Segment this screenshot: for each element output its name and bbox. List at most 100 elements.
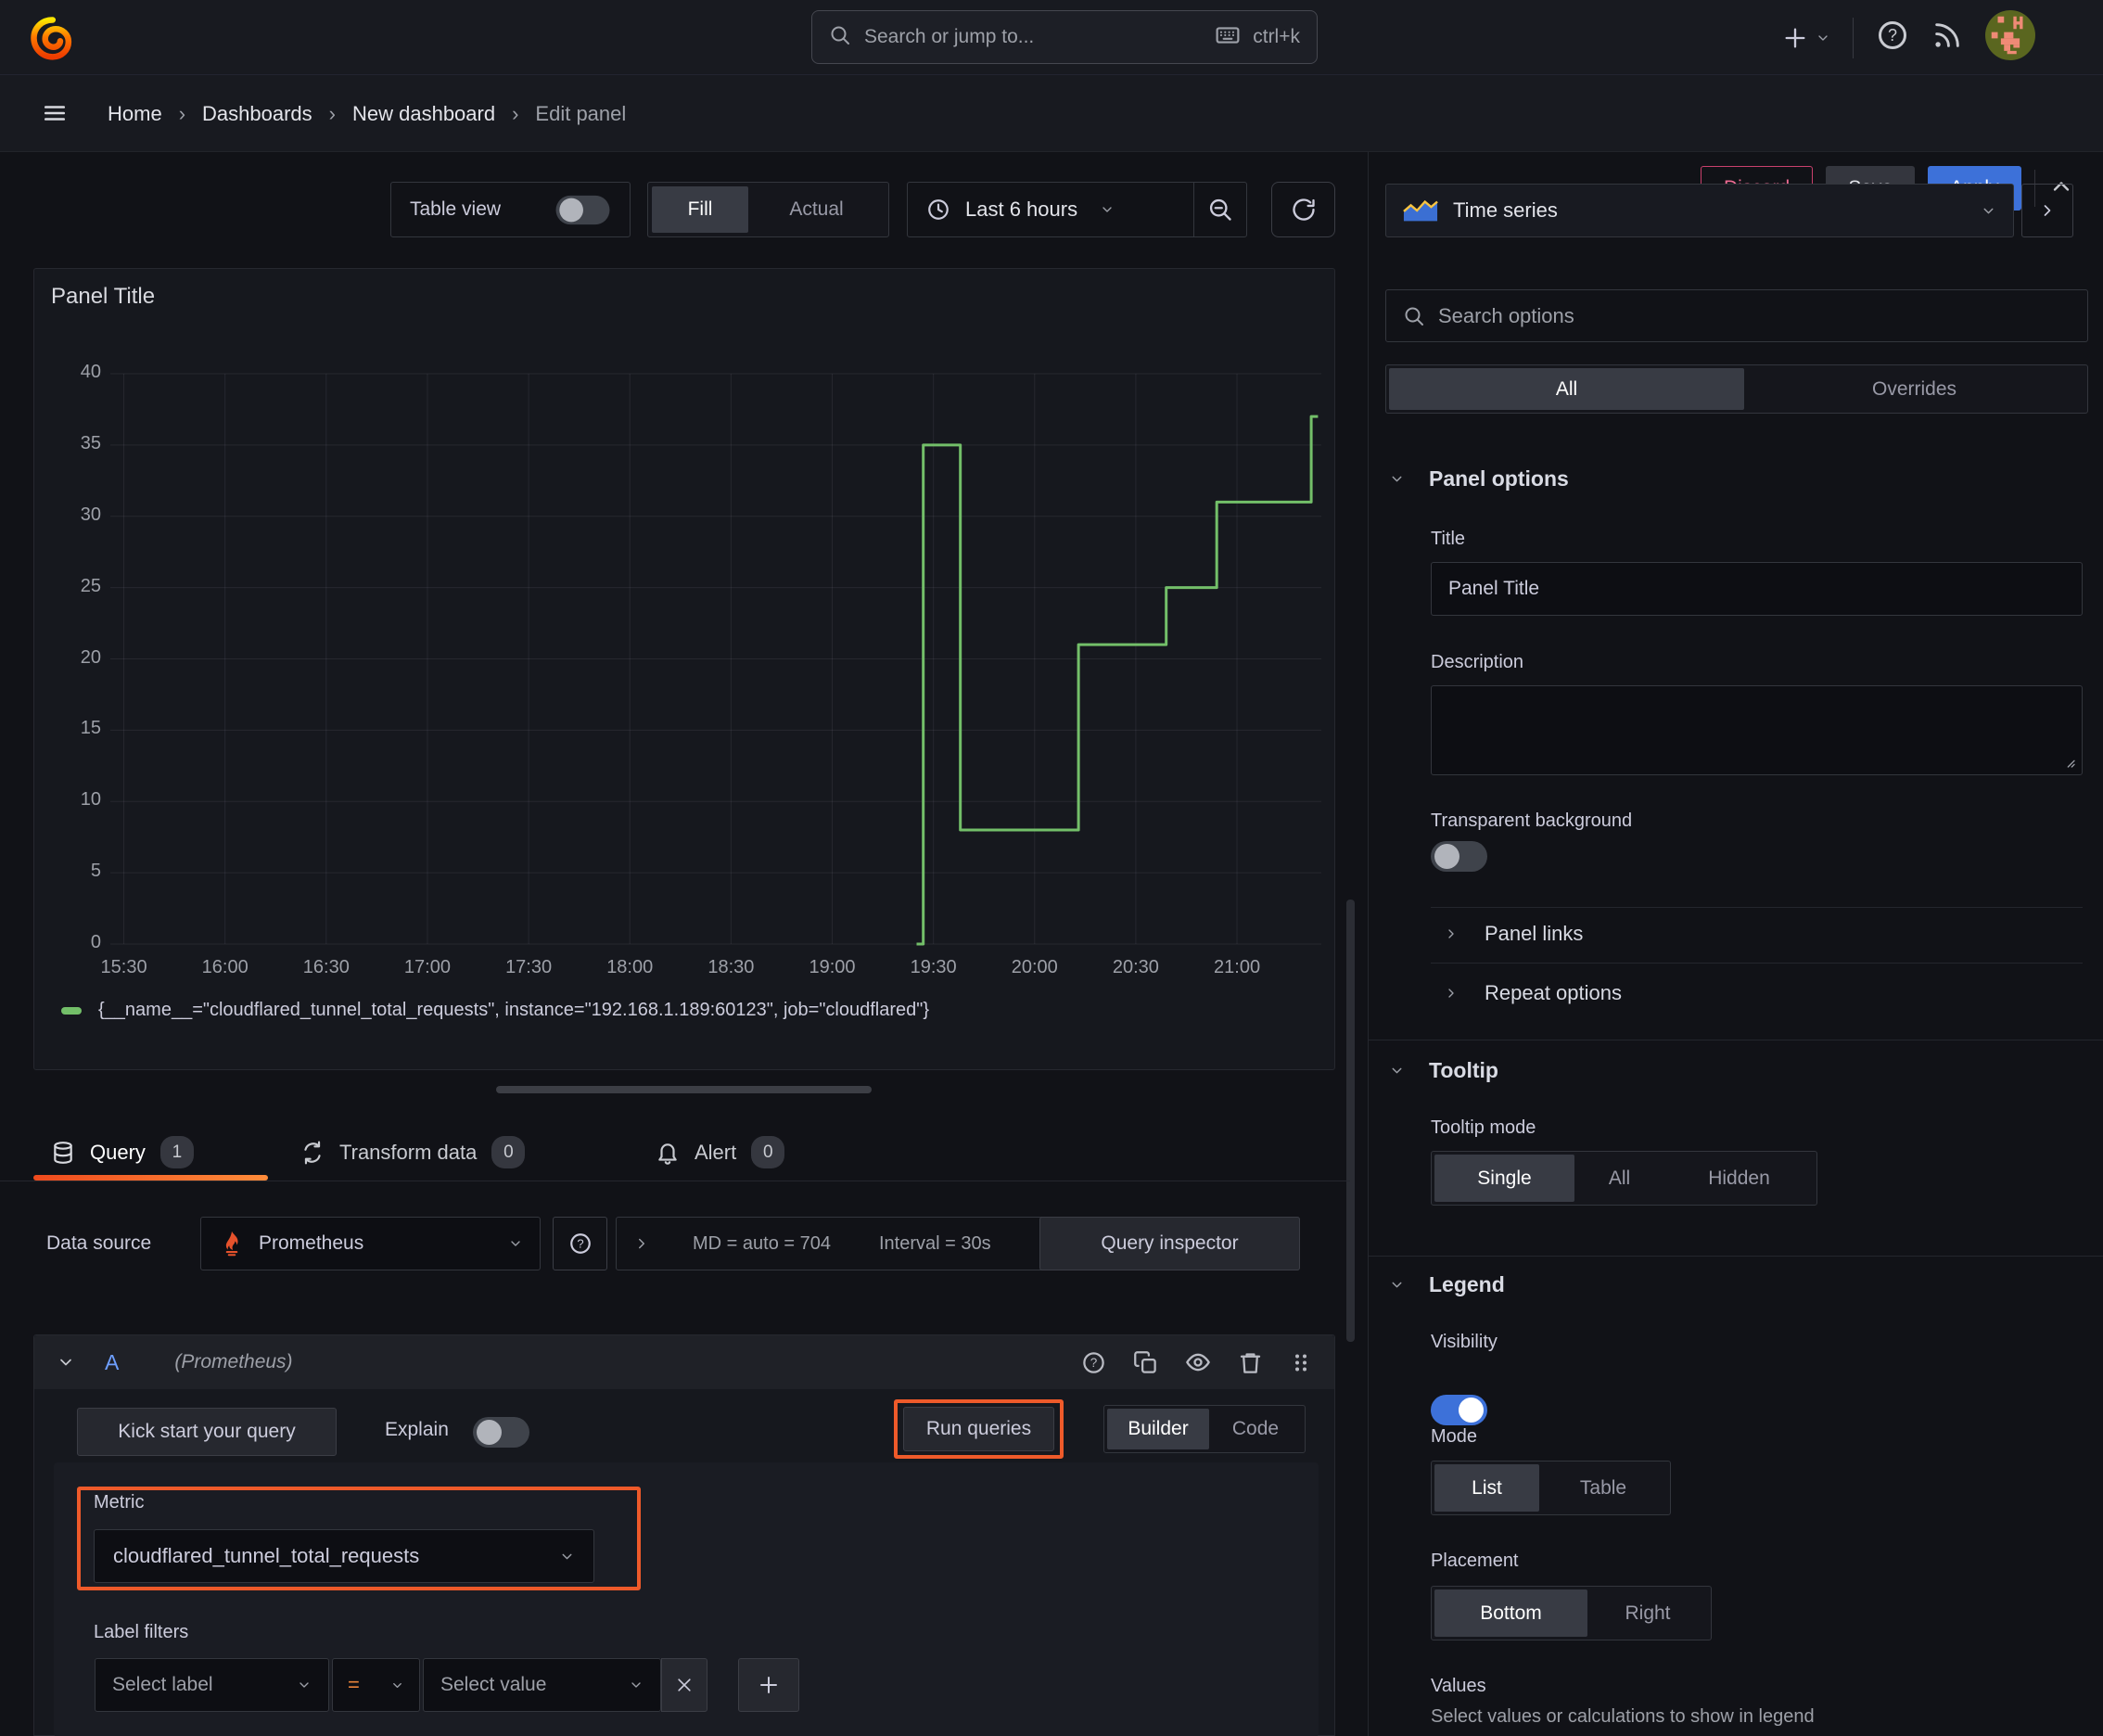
sidebar-divider bbox=[1431, 963, 2083, 964]
news-rss-button[interactable] bbox=[1931, 19, 1963, 56]
topbar-actions: ? bbox=[1782, 0, 2035, 75]
breadcrumb-current: Edit panel bbox=[535, 101, 627, 125]
y-axis-tick: 40 bbox=[80, 362, 101, 382]
legend-mode-label: Mode bbox=[1431, 1426, 1478, 1447]
tooltip-hidden-option[interactable]: Hidden bbox=[1664, 1155, 1814, 1202]
all-overrides-switch: All Overrides bbox=[1385, 364, 2088, 414]
tab-alert[interactable]: Alert 0 bbox=[656, 1127, 785, 1178]
refresh-button[interactable] bbox=[1271, 182, 1335, 237]
chevron-down-icon bbox=[631, 1682, 641, 1688]
legend-swatch bbox=[61, 1006, 82, 1015]
x-axis-tick: 19:30 bbox=[910, 957, 957, 977]
repeat-options-section[interactable]: Repeat options bbox=[1444, 981, 1622, 1005]
code-option[interactable]: Code bbox=[1209, 1409, 1302, 1449]
tab-query-label: Query bbox=[90, 1140, 146, 1164]
chevron-down-icon bbox=[562, 1553, 572, 1559]
search-options-box[interactable]: Search options bbox=[1385, 289, 2088, 342]
legend-right-option[interactable]: Right bbox=[1587, 1589, 1708, 1637]
help-icon[interactable]: ? bbox=[1081, 1350, 1106, 1375]
panel-title-input[interactable] bbox=[1431, 562, 2083, 616]
visualization-picker[interactable]: Time series bbox=[1385, 184, 2014, 237]
remove-filter-button[interactable] bbox=[661, 1658, 707, 1712]
breadcrumb-dashboards[interactable]: Dashboards bbox=[202, 102, 312, 126]
x-axis-tick: 21:00 bbox=[1214, 957, 1261, 977]
menu-toggle-button[interactable] bbox=[41, 101, 69, 130]
legend-values-label: Values bbox=[1431, 1676, 1486, 1696]
datasource-picker[interactable]: Prometheus bbox=[200, 1217, 541, 1270]
chevron-right-icon[interactable] bbox=[633, 1235, 650, 1252]
zoom-out-icon bbox=[1209, 198, 1231, 221]
select-value-dropdown[interactable]: Select value bbox=[423, 1658, 661, 1712]
breadcrumb-home[interactable]: Home bbox=[108, 102, 162, 126]
add-new-button[interactable] bbox=[1782, 25, 1830, 51]
tab-query[interactable]: Query 1 bbox=[51, 1127, 194, 1178]
operator-dropdown[interactable]: = bbox=[332, 1658, 420, 1712]
zoom-out-button[interactable] bbox=[1194, 183, 1246, 236]
x-axis-tick: 20:00 bbox=[1011, 957, 1058, 977]
transparent-bg-toggle[interactable] bbox=[1431, 841, 1487, 872]
table-view-toggle[interactable] bbox=[555, 195, 610, 224]
panel-links-section[interactable]: Panel links bbox=[1444, 922, 1583, 946]
explain-toggle[interactable] bbox=[473, 1417, 529, 1448]
trash-icon[interactable] bbox=[1238, 1350, 1263, 1375]
tab-transform[interactable]: Transform data 0 bbox=[300, 1127, 526, 1178]
prometheus-icon bbox=[225, 1231, 238, 1257]
select-label-dropdown[interactable]: Select label bbox=[95, 1658, 329, 1712]
tooltip-single-option[interactable]: Single bbox=[1434, 1155, 1574, 1202]
visibility-label: Visibility bbox=[1431, 1332, 1498, 1352]
metric-label: Metric bbox=[94, 1492, 145, 1513]
datasource-label: Data source bbox=[46, 1232, 152, 1254]
legend-bottom-option[interactable]: Bottom bbox=[1434, 1589, 1587, 1637]
breadcrumb-new-dashboard[interactable]: New dashboard bbox=[352, 102, 495, 126]
main-scrollbar[interactable] bbox=[1346, 900, 1355, 1342]
resize-handle-icon[interactable] bbox=[2061, 754, 2076, 769]
select-value-placeholder: Select value bbox=[440, 1674, 547, 1695]
query-inspector-button[interactable]: Query inspector bbox=[1039, 1217, 1300, 1270]
pane-resize-handle[interactable] bbox=[496, 1086, 872, 1093]
add-filter-button[interactable] bbox=[738, 1658, 799, 1712]
active-tab-underline bbox=[33, 1175, 268, 1181]
filter-all-option[interactable]: All bbox=[1389, 368, 1744, 410]
svg-text:?: ? bbox=[1090, 1356, 1098, 1370]
time-range-picker[interactable]: Last 6 hours bbox=[908, 183, 1193, 236]
query-row-header[interactable]: A (Prometheus) ? bbox=[34, 1335, 1334, 1389]
fill-option[interactable]: Fill bbox=[652, 186, 748, 233]
datasource-name: Prometheus bbox=[259, 1232, 364, 1254]
y-axis-tick: 10 bbox=[80, 789, 101, 811]
tooltip-all-option[interactable]: All bbox=[1574, 1155, 1664, 1202]
avatar[interactable] bbox=[1985, 10, 2035, 65]
grafana-logo-icon[interactable] bbox=[28, 14, 76, 62]
drag-grip-icon[interactable] bbox=[1290, 1350, 1312, 1375]
filter-overrides-option[interactable]: Overrides bbox=[1744, 368, 2084, 410]
tooltip-title: Tooltip bbox=[1429, 1058, 1498, 1082]
datasource-help-button[interactable]: ? bbox=[553, 1217, 607, 1270]
builder-option[interactable]: Builder bbox=[1107, 1409, 1209, 1449]
kick-start-query-button[interactable]: Kick start your query bbox=[77, 1408, 337, 1456]
query-row-actions: ? bbox=[1081, 1349, 1312, 1375]
legend-visibility-toggle[interactable] bbox=[1431, 1395, 1487, 1425]
global-search-box[interactable]: Search or jump to... ctrl+k bbox=[811, 10, 1318, 64]
legend-list-option[interactable]: List bbox=[1434, 1464, 1539, 1512]
run-queries-button[interactable]: Run queries bbox=[903, 1407, 1054, 1451]
y-axis-tick: 30 bbox=[80, 504, 101, 525]
close-icon bbox=[678, 1679, 691, 1691]
breadcrumb-sep: › bbox=[178, 101, 186, 125]
help-button[interactable]: ? bbox=[1876, 19, 1909, 57]
tooltip-section-header[interactable]: Tooltip bbox=[1389, 1058, 1498, 1083]
x-axis-tick: 16:30 bbox=[302, 957, 350, 977]
tooltip-mode-label: Tooltip mode bbox=[1431, 1117, 1536, 1138]
legend-table-option[interactable]: Table bbox=[1539, 1464, 1667, 1512]
x-axis-tick: 18:30 bbox=[707, 957, 755, 977]
legend-section-header[interactable]: Legend bbox=[1389, 1272, 1505, 1297]
legend-values-hint: Select values or calculations to show in… bbox=[1431, 1706, 1815, 1727]
chevron-down-icon bbox=[1392, 1067, 1402, 1074]
description-textarea[interactable] bbox=[1431, 685, 2083, 775]
duplicate-icon[interactable] bbox=[1133, 1350, 1158, 1375]
actual-option[interactable]: Actual bbox=[748, 186, 885, 233]
eye-icon[interactable] bbox=[1185, 1349, 1211, 1375]
chart-legend[interactable]: {__name__="cloudflared_tunnel_total_requ… bbox=[61, 1000, 929, 1021]
x-axis-tick: 18:00 bbox=[606, 957, 654, 977]
metric-select[interactable]: cloudflared_tunnel_total_requests bbox=[94, 1529, 594, 1583]
panel-options-section-header[interactable]: Panel options bbox=[1389, 466, 1569, 491]
collapse-options-button[interactable] bbox=[2021, 184, 2073, 237]
